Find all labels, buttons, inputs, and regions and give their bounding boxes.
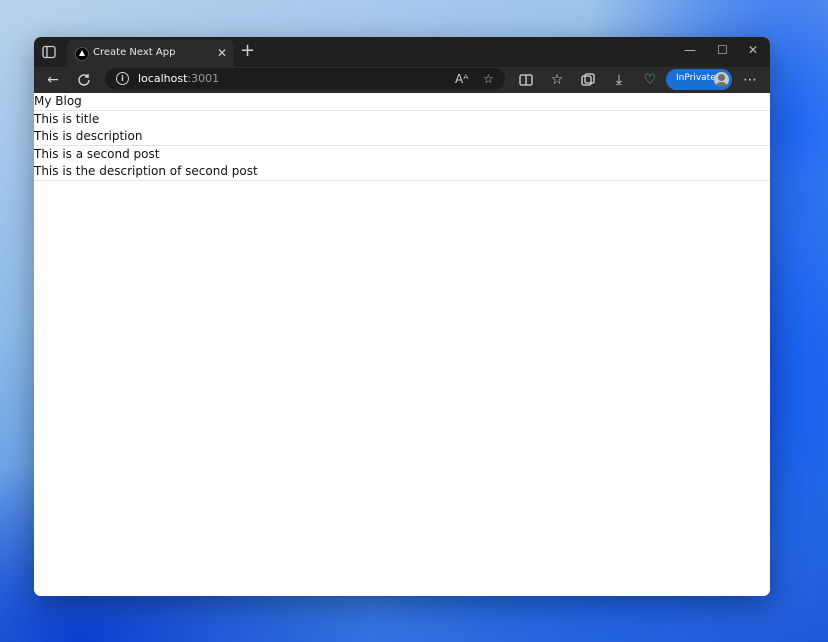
browser-essentials-icon[interactable]: ♡ <box>642 72 658 88</box>
nextjs-triangle-icon <box>75 47 89 61</box>
arrow-left-icon[interactable]: ← <box>45 72 61 88</box>
info-icon[interactable]: i <box>116 72 129 85</box>
inprivate-button[interactable]: InPrivate <box>666 69 732 90</box>
maximize-icon[interactable]: ☐ <box>717 43 728 57</box>
url-port: :3001 <box>187 72 220 85</box>
read-aloud-icon[interactable]: Aᴬ <box>455 71 468 87</box>
download-icon[interactable]: ⤓ <box>611 72 627 88</box>
page-title: My Blog <box>34 93 770 111</box>
tab-title: Create Next App <box>93 47 176 58</box>
post-title: This is title <box>34 112 100 126</box>
minimize-icon[interactable]: — <box>684 43 696 57</box>
url-text[interactable]: localhost:3001 <box>138 72 219 85</box>
post-title: This is a second post <box>34 147 160 161</box>
browser-toolbar: ← i localhost:3001 Aᴬ ☆ ☆ ⤓ ♡ InPrivate … <box>34 67 770 93</box>
collections-icon[interactable] <box>580 72 596 88</box>
tab-actions-icon[interactable] <box>42 45 56 59</box>
close-icon[interactable]: ✕ <box>217 46 227 60</box>
address-bar[interactable]: i localhost:3001 Aᴬ ☆ <box>105 68 505 90</box>
post-description: This is the description of second post <box>34 164 258 178</box>
url-host: localhost <box>138 72 188 85</box>
page-content: My Blog This is title This is descriptio… <box>34 93 770 596</box>
avatar <box>714 72 729 87</box>
inprivate-label: InPrivate <box>676 73 716 83</box>
plus-icon[interactable]: + <box>240 41 255 61</box>
split-screen-icon[interactable] <box>518 72 534 88</box>
post-item: This is a second post This is the descri… <box>34 146 770 181</box>
window-close-icon[interactable]: ✕ <box>748 43 758 57</box>
post-item: This is title This is description <box>34 111 770 146</box>
favorites-icon[interactable]: ☆ <box>549 72 565 88</box>
refresh-icon[interactable] <box>76 72 92 88</box>
post-description: This is description <box>34 129 143 143</box>
title-bar: Create Next App ✕ + — ☐ ✕ <box>34 37 770 67</box>
tab-create-next-app[interactable]: Create Next App ✕ <box>67 40 234 67</box>
star-icon[interactable]: ☆ <box>483 71 494 87</box>
browser-window: Create Next App ✕ + — ☐ ✕ ← i localhost:… <box>34 37 770 596</box>
more-icon[interactable]: ⋯ <box>742 72 758 88</box>
